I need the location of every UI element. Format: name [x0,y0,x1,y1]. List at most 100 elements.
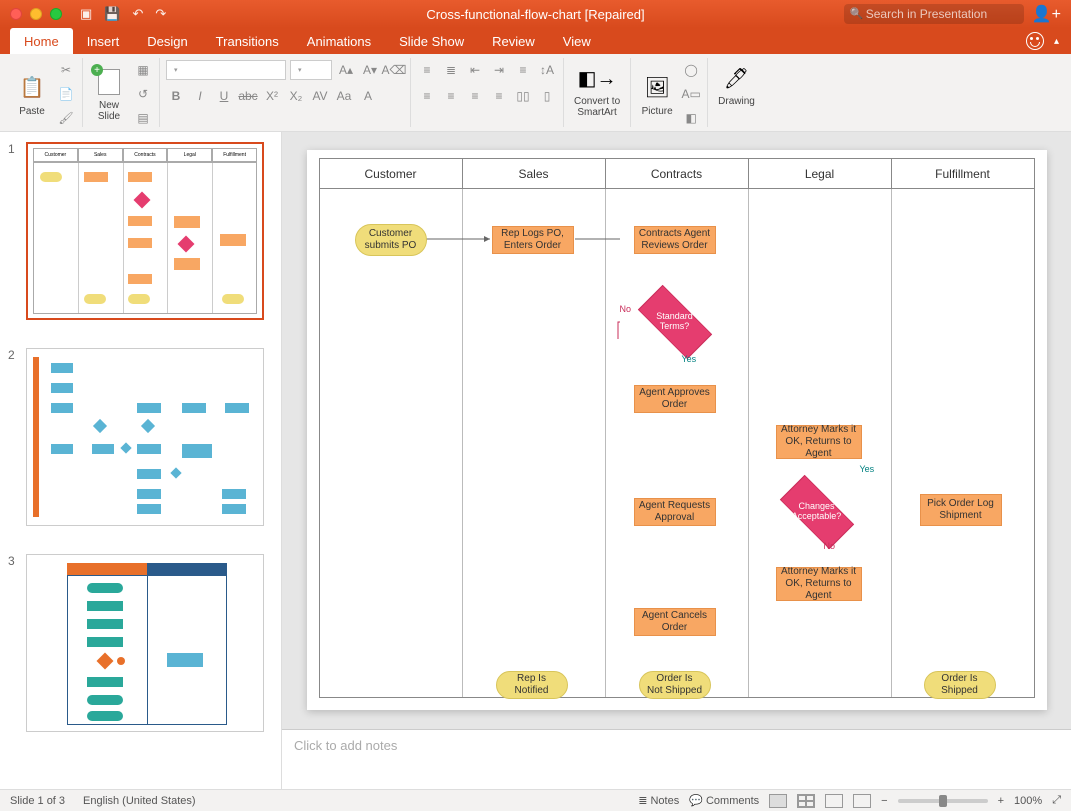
cut-icon[interactable]: ✂ [56,60,76,80]
flowchart-process[interactable]: Agent Approves Order [634,385,716,413]
sorter-view-icon[interactable] [797,794,815,808]
justify-icon[interactable]: ≡ [489,86,509,106]
superscript-icon[interactable]: X² [262,86,282,106]
flowchart-process[interactable]: Rep Logs PO, Enters Order [492,226,574,254]
copy-icon[interactable]: 📄 [56,84,76,104]
numbering-icon[interactable]: ≣ [441,60,461,80]
autosave-icon[interactable]: ▣ [80,6,92,22]
search-input[interactable] [844,4,1024,24]
format-painter-icon[interactable]: 🖌 [56,108,76,128]
thumbnail-panel[interactable]: 1 Customer Sales Contracts Legal Fulfill… [0,132,282,789]
decrease-indent-icon[interactable]: ⇤ [465,60,485,80]
columns-icon[interactable]: ▯▯ [513,86,533,106]
thumbnail-item[interactable]: 2 [8,348,273,526]
slide-canvas-wrap[interactable]: Customer Sales Contracts Legal Fulfillme… [282,132,1071,729]
reading-view-icon[interactable] [825,794,843,808]
font-size-select[interactable]: ▾ [290,60,332,80]
lane-header: Sales [463,159,606,188]
text-direction-icon[interactable]: ↕A [537,60,557,80]
flowchart-terminator[interactable]: Customer submits PO [355,224,427,256]
convert-smartart-button[interactable]: ◧→ Convert to SmartArt [570,60,624,120]
bold-icon[interactable]: B [166,86,186,106]
flowchart-process[interactable]: Pick Order Log Shipment [920,494,1002,526]
window-minimize-button[interactable] [30,8,42,20]
flowchart-process[interactable]: Agent Requests Approval [634,498,716,526]
slideshow-view-icon[interactable] [853,794,871,808]
fit-window-icon[interactable]: ⤢ [1052,794,1061,807]
thumbnail-slide[interactable] [26,554,264,732]
flowchart-process[interactable]: Attorney Marks it OK, Returns to Agent [776,567,862,601]
window-close-button[interactable] [10,8,22,20]
undo-icon[interactable]: ↶ [132,6,143,22]
share-icon[interactable]: 👤+ [1032,4,1061,24]
redo-icon[interactable]: ↷ [155,6,166,22]
zoom-slider[interactable] [898,799,988,803]
strike-icon[interactable]: abc [238,86,258,106]
layout-icon[interactable]: ▦ [133,60,153,80]
arrange-icon[interactable]: ◧ [681,108,701,128]
slide-canvas[interactable]: Customer Sales Contracts Legal Fulfillme… [307,150,1047,710]
paste-button[interactable]: 📋 Paste [12,70,52,119]
thumbnail-slide[interactable]: Customer Sales Contracts Legal Fulfillme… [26,142,264,320]
shapes-icon[interactable]: ◯ [681,60,701,80]
new-slide-button[interactable]: + New Slide [89,64,129,124]
align-center-icon[interactable]: ≡ [441,86,461,106]
underline-icon[interactable]: U [214,86,234,106]
reset-icon[interactable]: ↺ [133,84,153,104]
flowchart-terminator[interactable]: Order Is Not Shipped [639,671,711,699]
flowchart-process[interactable]: Agent Cancels Order [634,608,716,636]
tab-design[interactable]: Design [133,28,201,54]
increase-font-icon[interactable]: A▴ [336,60,356,80]
swimlane-table: Customer Sales Contracts Legal Fulfillme… [319,158,1035,698]
tab-home[interactable]: Home [10,28,73,54]
zoom-label[interactable]: 100% [1014,795,1042,807]
tab-transitions[interactable]: Transitions [202,28,293,54]
search-icon: 🔍 [850,7,864,20]
tab-insert[interactable]: Insert [73,28,134,54]
normal-view-icon[interactable] [769,794,787,808]
flowchart-decision[interactable]: Standard Terms? [640,297,710,347]
notes-toggle[interactable]: ≣ Notes [638,794,679,807]
flowchart-decision[interactable]: Changes Acceptable? [782,487,852,537]
zoom-out-icon[interactable]: − [881,795,887,807]
picture-button[interactable]: 🖼 Picture [637,70,677,119]
italic-icon[interactable]: I [190,86,210,106]
tab-review[interactable]: Review [478,28,549,54]
drawing-button[interactable]: 🖊 Drawing [714,60,759,109]
char-spacing-icon[interactable]: AV [310,86,330,106]
notes-pane[interactable]: Click to add notes [282,729,1071,789]
line-spacing-icon[interactable]: ≡ [513,60,533,80]
slide-counter: Slide 1 of 3 [10,795,65,807]
feedback-icon[interactable] [1026,32,1044,50]
decrease-font-icon[interactable]: A▾ [360,60,380,80]
section-icon[interactable]: ▤ [133,108,153,128]
textbox-icon[interactable]: A▭ [681,84,701,104]
change-case-icon[interactable]: Aa [334,86,354,106]
collapse-ribbon-icon[interactable]: ▴ [1054,36,1059,47]
bullets-icon[interactable]: ≡ [417,60,437,80]
language-label[interactable]: English (United States) [83,795,196,807]
align-left-icon[interactable]: ≡ [417,86,437,106]
align-right-icon[interactable]: ≡ [465,86,485,106]
zoom-in-icon[interactable]: + [998,795,1004,807]
comments-toggle[interactable]: 💬 Comments [689,794,759,807]
flowchart-process[interactable]: Attorney Marks it OK, Returns to Agent [776,425,862,459]
align-text-icon[interactable]: ▯ [537,86,557,106]
flowchart-terminator[interactable]: Rep Is Notified [496,671,568,699]
flowchart-process[interactable]: Contracts Agent Reviews Order [634,226,716,254]
tab-view[interactable]: View [549,28,605,54]
font-family-select[interactable]: ▾ [166,60,286,80]
font-color-icon[interactable]: A [358,86,378,106]
window-maximize-button[interactable] [50,8,62,20]
tab-animations[interactable]: Animations [293,28,385,54]
increase-indent-icon[interactable]: ⇥ [489,60,509,80]
thumbnail-slide[interactable] [26,348,264,526]
save-icon[interactable]: 💾 [104,6,120,22]
thumbnail-item[interactable]: 1 Customer Sales Contracts Legal Fulfill… [8,142,273,320]
clear-format-icon[interactable]: A⌫ [384,60,404,80]
decision-label-yes: Yes [682,354,697,364]
tab-slideshow[interactable]: Slide Show [385,28,478,54]
subscript-icon[interactable]: X₂ [286,86,306,106]
thumbnail-item[interactable]: 3 [8,554,273,732]
flowchart-terminator[interactable]: Order Is Shipped [924,671,996,699]
